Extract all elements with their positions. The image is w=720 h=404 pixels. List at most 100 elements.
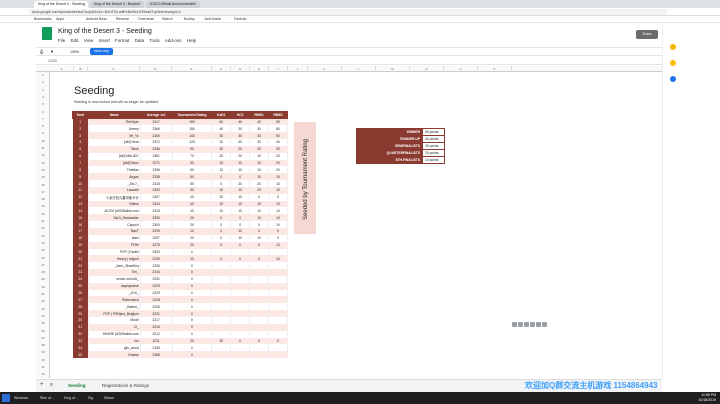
name-cell[interactable]: Tatoh	[88, 145, 141, 153]
value-cell[interactable]: 10	[230, 200, 251, 208]
value-cell[interactable]	[268, 262, 288, 270]
value-cell[interactable]	[211, 330, 232, 338]
value-cell[interactable]	[268, 351, 288, 359]
row-header[interactable]: 10	[36, 139, 50, 143]
seed-cell[interactable]: 27	[72, 296, 89, 304]
seed-cell[interactable]: 21	[72, 255, 89, 263]
value-cell[interactable]	[268, 330, 288, 338]
value-cell[interactable]: 40	[172, 193, 213, 201]
row-header[interactable]: 20	[36, 212, 50, 216]
value-cell[interactable]: 20	[268, 159, 288, 167]
points-value[interactable]: 20 points	[422, 149, 445, 157]
value-cell[interactable]: 0	[172, 351, 213, 359]
value-cell[interactable]: 2297	[140, 234, 173, 242]
value-cell[interactable]: 0	[268, 234, 288, 242]
row-header[interactable]: 30	[36, 285, 50, 289]
name-cell[interactable]: Grasse	[88, 351, 141, 359]
row-header[interactable]: 37	[36, 336, 50, 340]
menu-data[interactable]: Data	[135, 38, 145, 43]
value-cell[interactable]: 2193	[140, 344, 173, 352]
value-cell[interactable]: 2263	[140, 186, 173, 194]
value-cell[interactable]: 10	[249, 200, 270, 208]
row-header[interactable]: 19	[36, 204, 50, 208]
value-cell[interactable]: 2229	[140, 282, 173, 290]
row-header[interactable]: 29	[36, 277, 50, 281]
value-cell[interactable]: 0	[172, 262, 213, 270]
value-cell[interactable]: 10	[268, 200, 288, 208]
row-header[interactable]: 16	[36, 183, 50, 187]
value-cell[interactable]: 0	[211, 228, 232, 235]
menu-file[interactable]: File	[58, 38, 65, 43]
value-cell[interactable]: 190	[172, 118, 213, 126]
row-header[interactable]: 6	[36, 110, 50, 114]
row-header[interactable]: 22	[36, 226, 50, 230]
value-cell[interactable]: 20	[172, 234, 213, 242]
value-cell[interactable]: 70	[172, 152, 213, 160]
value-cell[interactable]	[230, 269, 251, 276]
seed-cell[interactable]: 2	[72, 125, 89, 133]
value-cell[interactable]	[230, 330, 251, 338]
value-cell[interactable]: 10	[230, 186, 251, 194]
value-cell[interactable]	[249, 323, 270, 331]
browser-tab[interactable]: King of the Desert 3 - Bracket	[90, 1, 144, 8]
name-cell[interactable]: Lacoath	[88, 186, 141, 194]
name-cell[interactable]: gilo_cloud	[88, 344, 141, 352]
view-only-button[interactable]: View only	[90, 48, 113, 55]
taskbar-item[interactable]: King of...	[64, 394, 78, 402]
value-cell[interactable]: 50	[172, 186, 213, 194]
value-cell[interactable]: 2315	[140, 207, 173, 215]
value-cell[interactable]: 2250	[140, 262, 173, 270]
row-header[interactable]: 25	[36, 248, 50, 252]
bookmark-item[interactable]: Android Boss	[86, 17, 107, 21]
seed-cell[interactable]: 3	[72, 132, 89, 140]
value-cell[interactable]	[230, 323, 251, 331]
value-cell[interactable]: 10	[211, 139, 232, 146]
bookmark-item[interactable]: Apps	[56, 17, 64, 21]
seed-cell[interactable]: 20	[72, 248, 89, 256]
value-cell[interactable]: 0	[230, 255, 251, 263]
browser-tab[interactable]: King of the Desert 3 - Seeding	[34, 1, 88, 8]
value-cell[interactable]: 20	[172, 214, 213, 222]
value-cell[interactable]: 2185	[140, 351, 173, 359]
value-cell[interactable]	[249, 316, 270, 324]
value-cell[interactable]	[230, 275, 251, 283]
name-cell[interactable]: HIIARE (ASEBuilds.com	[88, 330, 141, 338]
row-header[interactable]: 26	[36, 256, 50, 260]
value-cell[interactable]: 2244	[140, 269, 173, 276]
value-cell[interactable]	[230, 316, 251, 324]
value-cell[interactable]	[230, 303, 251, 311]
value-cell[interactable]	[249, 269, 270, 276]
bookmark-item[interactable]: Bookmarks	[34, 17, 52, 21]
seed-cell[interactable]: 23	[72, 269, 89, 276]
column-header[interactable]: J	[288, 66, 308, 72]
row-header[interactable]: 35	[36, 321, 50, 325]
bookmark-item[interactable]: Overmuse	[138, 17, 154, 21]
value-cell[interactable]	[211, 282, 232, 290]
value-cell[interactable]	[211, 296, 232, 304]
value-cell[interactable]: 10	[230, 159, 251, 167]
seed-cell[interactable]: 30	[72, 316, 89, 324]
value-cell[interactable]: 2324	[140, 200, 173, 208]
seed-cell[interactable]: 33	[72, 337, 89, 345]
menu-addons[interactable]: Add-ons	[165, 38, 182, 43]
seed-cell[interactable]: 17	[72, 228, 89, 235]
row-header[interactable]: 32	[36, 299, 50, 303]
column-header[interactable]: F	[212, 66, 231, 72]
value-cell[interactable]	[211, 303, 232, 311]
value-cell[interactable]	[268, 289, 288, 297]
value-cell[interactable]	[249, 344, 270, 352]
seed-cell[interactable]: 18	[72, 234, 89, 242]
row-header[interactable]: 1	[36, 73, 50, 77]
value-cell[interactable]: 2229	[140, 289, 173, 297]
value-cell[interactable]: 20	[230, 125, 251, 133]
value-cell[interactable]: 20	[230, 152, 251, 160]
value-cell[interactable]: 30	[249, 125, 270, 133]
row-header[interactable]: 18	[36, 197, 50, 201]
value-cell[interactable]	[268, 310, 288, 317]
menu-tools[interactable]: Tools	[149, 38, 160, 43]
function-icon[interactable]	[536, 322, 541, 327]
name-cell[interactable]: ACCM (ASEBuilds.com	[88, 207, 141, 215]
tab-registrations[interactable]: Registrations & Ratings	[102, 383, 149, 388]
value-cell[interactable]: 10	[230, 193, 251, 201]
seed-cell[interactable]: 35	[72, 351, 89, 359]
